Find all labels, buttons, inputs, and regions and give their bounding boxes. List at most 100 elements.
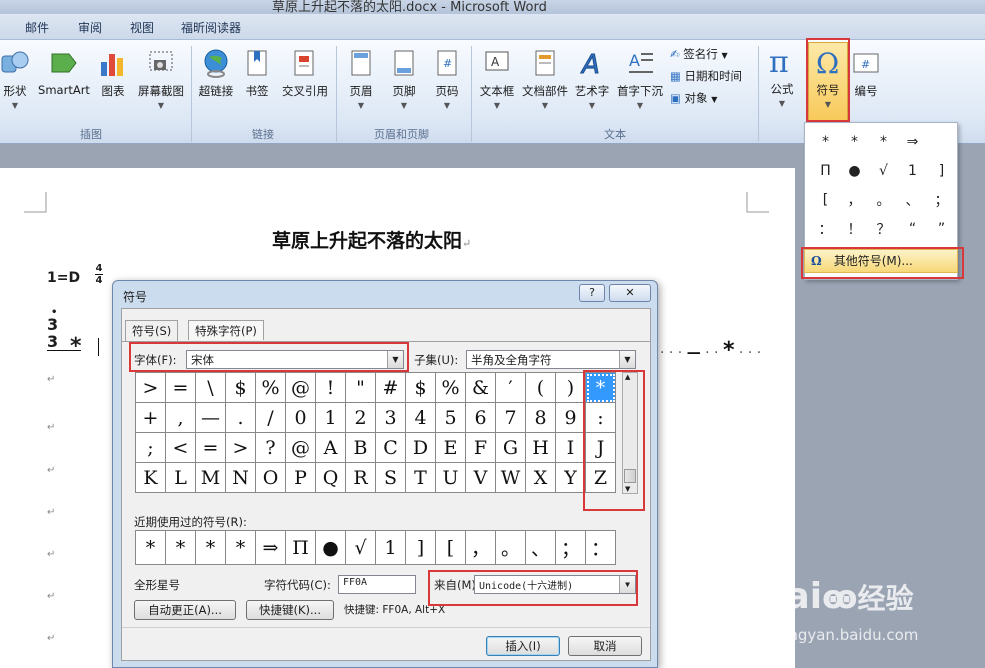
- gallery-symbol[interactable]: *: [811, 127, 840, 156]
- recent-symbol-cell[interactable]: 、: [526, 531, 556, 565]
- cross-reference-button[interactable]: 交叉引用: [278, 48, 332, 99]
- scroll-down-icon[interactable]: ▼: [625, 485, 630, 493]
- character-cell[interactable]: $: [226, 373, 256, 403]
- recent-symbol-cell[interactable]: [: [436, 531, 466, 565]
- recent-symbol-cell[interactable]: *: [226, 531, 256, 565]
- character-cell[interactable]: \: [196, 373, 226, 403]
- character-cell[interactable]: =: [166, 373, 196, 403]
- gallery-symbol[interactable]: *: [840, 127, 869, 156]
- character-cell[interactable]: V: [466, 463, 496, 493]
- character-cell[interactable]: =: [196, 433, 226, 463]
- recent-symbol-cell[interactable]: ⇒: [256, 531, 286, 565]
- character-cell[interactable]: J: [586, 433, 616, 463]
- chevron-down-icon[interactable]: ▼: [619, 576, 635, 593]
- character-cell[interactable]: 5: [436, 403, 466, 433]
- gallery-symbol[interactable]: *: [869, 127, 898, 156]
- gallery-symbol[interactable]: [: [811, 185, 840, 214]
- character-cell[interactable]: Y: [556, 463, 586, 493]
- wordart-button[interactable]: A 艺术字 ▼: [572, 48, 612, 111]
- character-cell[interactable]: (: [526, 373, 556, 403]
- character-cell[interactable]: &: [466, 373, 496, 403]
- recent-symbol-cell[interactable]: *: [166, 531, 196, 565]
- character-cell[interactable]: 4: [406, 403, 436, 433]
- date-time-button[interactable]: ▦ 日期和时间: [670, 68, 754, 84]
- character-cell[interactable]: 7: [496, 403, 526, 433]
- equation-button[interactable]: π 公式 ▼: [764, 46, 800, 108]
- more-symbols-item[interactable]: Ω 其他符号(M)...: [804, 249, 958, 273]
- character-cell[interactable]: W: [496, 463, 526, 493]
- character-cell[interactable]: /: [256, 403, 286, 433]
- recent-symbol-cell[interactable]: ；: [556, 531, 586, 565]
- character-cell[interactable]: #: [376, 373, 406, 403]
- character-cell[interactable]: %: [436, 373, 466, 403]
- character-code-input[interactable]: FF0A: [338, 575, 416, 594]
- gallery-symbol[interactable]: ，: [840, 185, 869, 214]
- gallery-symbol[interactable]: ？: [869, 214, 898, 243]
- character-cell[interactable]: —: [196, 403, 226, 433]
- recent-symbol-cell[interactable]: ，: [466, 531, 496, 565]
- character-cell[interactable]: ": [346, 373, 376, 403]
- gallery-symbol[interactable]: ]: [927, 156, 956, 185]
- object-button[interactable]: ▣ 对象 ▼: [670, 90, 754, 106]
- tab-review[interactable]: 审阅: [78, 19, 102, 36]
- gallery-symbol[interactable]: [927, 127, 956, 156]
- header-button[interactable]: 页眉 ▼: [342, 48, 380, 110]
- close-icon[interactable]: ✕: [609, 284, 651, 302]
- gallery-symbol[interactable]: √: [869, 156, 898, 185]
- recent-symbol-cell[interactable]: *: [196, 531, 226, 565]
- character-cell[interactable]: 3: [376, 403, 406, 433]
- character-cell[interactable]: F: [466, 433, 496, 463]
- footer-button[interactable]: 页脚 ▼: [385, 48, 423, 110]
- gallery-symbol[interactable]: Π: [811, 156, 840, 185]
- cancel-button[interactable]: 取消: [568, 636, 642, 656]
- shortcut-key-button[interactable]: 快捷键(K)...: [246, 600, 334, 620]
- character-cell[interactable]: 1: [316, 403, 346, 433]
- gallery-symbol[interactable]: 、: [898, 185, 927, 214]
- character-cell[interactable]: H: [526, 433, 556, 463]
- character-cell[interactable]: :: [586, 403, 616, 433]
- character-cell[interactable]: <: [166, 433, 196, 463]
- numbering-button[interactable]: # 编号: [850, 48, 882, 99]
- help-button[interactable]: ?: [579, 284, 605, 302]
- character-cell[interactable]: ′: [496, 373, 526, 403]
- character-cell[interactable]: T: [406, 463, 436, 493]
- recent-symbol-cell[interactable]: 。: [496, 531, 526, 565]
- character-cell[interactable]: ?: [256, 433, 286, 463]
- character-cell[interactable]: $: [406, 373, 436, 403]
- page-number-button[interactable]: # 页码 ▼: [428, 48, 466, 110]
- bookmark-button[interactable]: 书签: [241, 48, 273, 99]
- character-cell[interactable]: !: [316, 373, 346, 403]
- tab-symbols[interactable]: 符号(S): [125, 320, 179, 341]
- character-cell[interactable]: R: [346, 463, 376, 493]
- shapes-button[interactable]: 形状 ▼: [0, 48, 30, 110]
- screenshot-button[interactable]: 屏幕截图 ▼: [134, 48, 188, 110]
- scroll-up-icon[interactable]: ▲: [625, 373, 630, 381]
- chevron-down-icon[interactable]: ▼: [387, 351, 403, 368]
- from-select[interactable]: Unicode(十六进制) ▼: [474, 575, 636, 594]
- gallery-symbol[interactable]: ●: [840, 156, 869, 185]
- font-select[interactable]: 宋体 ▼: [186, 350, 404, 369]
- gallery-symbol[interactable]: ；: [927, 185, 956, 214]
- tab-view[interactable]: 视图: [130, 19, 154, 36]
- character-cell[interactable]: 0: [286, 403, 316, 433]
- character-cell[interactable]: @: [286, 373, 316, 403]
- character-cell[interactable]: 6: [466, 403, 496, 433]
- recent-symbol-cell[interactable]: ]: [406, 531, 436, 565]
- gallery-symbol[interactable]: 。: [869, 185, 898, 214]
- character-cell[interactable]: ,: [166, 403, 196, 433]
- character-cell[interactable]: 9: [556, 403, 586, 433]
- scroll-thumb[interactable]: [624, 469, 636, 483]
- autocorrect-button[interactable]: 自动更正(A)...: [134, 600, 236, 620]
- chart-button[interactable]: 图表: [96, 48, 130, 99]
- tab-special-characters[interactable]: 特殊字符(P): [188, 320, 264, 340]
- gallery-symbol[interactable]: ”: [927, 214, 956, 243]
- character-cell[interactable]: U: [436, 463, 466, 493]
- character-cell[interactable]: 2: [346, 403, 376, 433]
- character-cell[interactable]: ): [556, 373, 586, 403]
- chevron-down-icon[interactable]: ▼: [619, 351, 635, 368]
- character-cell[interactable]: Z: [586, 463, 616, 493]
- gallery-symbol[interactable]: ：: [811, 214, 840, 243]
- hyperlink-button[interactable]: 超链接: [195, 48, 237, 99]
- subset-select[interactable]: 半角及全角字符 ▼: [466, 350, 636, 369]
- signature-line-button[interactable]: ✍ 签名行 ▼: [670, 46, 754, 62]
